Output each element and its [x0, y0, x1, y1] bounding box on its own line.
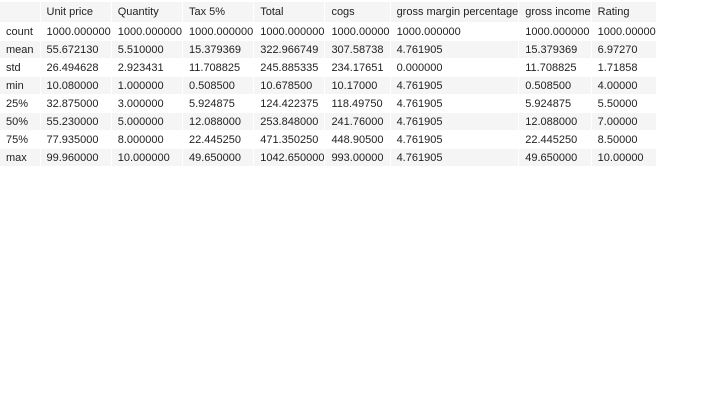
- table-cell: 7.00000: [591, 112, 657, 131]
- table-cell: 49.650000: [182, 148, 255, 166]
- table-cell: 1000.000000: [40, 22, 112, 41]
- col-header-tax: Tax 5%: [182, 2, 255, 23]
- table-cell: 3.000000: [111, 94, 183, 113]
- table-cell: 1000.00000: [324, 22, 391, 41]
- table-header: Unit price Quantity Tax 5% Total cogs gr…: [0, 2, 657, 23]
- table-cell: 6.97270: [591, 40, 657, 59]
- table-cell: 8.50000: [591, 130, 657, 149]
- table-cell: 2.923431: [111, 58, 183, 77]
- table-cell: 11.708825: [182, 58, 255, 77]
- row-label: 50%: [0, 112, 41, 131]
- table-cell: 1000.000000: [182, 22, 255, 41]
- table-cell: 77.935000: [40, 130, 112, 149]
- col-header-cogs: cogs: [324, 2, 391, 23]
- table-cell: 11.708825: [518, 58, 592, 77]
- table-cell: 22.445250: [182, 130, 255, 149]
- row-label: count: [0, 22, 41, 41]
- table-row-75-percent: 75% 77.935000 8.000000 22.445250 471.350…: [0, 130, 657, 149]
- row-label: 75%: [0, 130, 41, 149]
- row-label: min: [0, 76, 41, 95]
- table-cell: 1.000000: [111, 76, 183, 95]
- col-header-rating: Rating: [591, 2, 657, 23]
- table-cell: 0.508500: [182, 76, 255, 95]
- table-cell: 234.17651: [324, 58, 391, 77]
- table-cell: 1000.000000: [390, 22, 520, 41]
- table-cell: 55.230000: [40, 112, 112, 131]
- table-cell: 15.379369: [182, 40, 255, 59]
- describe-table: Unit price Quantity Tax 5% Total cogs gr…: [0, 2, 657, 166]
- row-label: mean: [0, 40, 41, 59]
- table-cell: 5.50000: [591, 94, 657, 113]
- table-cell: 322.966749: [253, 40, 326, 59]
- table-body: count 1000.000000 1000.000000 1000.00000…: [0, 22, 657, 166]
- row-label: std: [0, 58, 41, 77]
- table-cell: 307.58738: [324, 40, 391, 59]
- table-cell: 4.761905: [390, 76, 520, 95]
- table-cell: 4.761905: [390, 94, 520, 113]
- table-cell: 5.924875: [182, 94, 255, 113]
- table-cell: 8.000000: [111, 130, 183, 149]
- table-cell: 241.76000: [324, 112, 391, 131]
- table-row-min: min 10.080000 1.000000 0.508500 10.67850…: [0, 76, 657, 95]
- table-cell: 32.875000: [40, 94, 112, 113]
- table-cell: 5.000000: [111, 112, 183, 131]
- table-cell: 0.000000: [390, 58, 520, 77]
- table-cell: 22.445250: [518, 130, 592, 149]
- table-row-mean: mean 55.672130 5.510000 15.379369 322.96…: [0, 40, 657, 59]
- table-cell: 49.650000: [518, 148, 592, 166]
- table-cell: 12.088000: [518, 112, 592, 131]
- table-cell: 4.761905: [390, 40, 520, 59]
- table-cell: 5.924875: [518, 94, 592, 113]
- table-row-std: std 26.494628 2.923431 11.708825 245.885…: [0, 58, 657, 77]
- col-header-total: Total: [253, 2, 326, 23]
- table-cell: 253.848000: [253, 112, 326, 131]
- col-header-gross-margin-percentage: gross margin percentage: [390, 2, 520, 23]
- table-cell: 10.00000: [591, 148, 657, 166]
- table-cell: 1000.000000: [253, 22, 326, 41]
- row-label: 25%: [0, 94, 41, 113]
- table-cell: 993.00000: [324, 148, 391, 166]
- table-cell: 1000.000000: [518, 22, 592, 41]
- col-header-unit-price: Unit price: [40, 2, 112, 23]
- table-row-count: count 1000.000000 1000.000000 1000.00000…: [0, 22, 657, 41]
- table-cell: 4.761905: [390, 130, 520, 149]
- table-cell: 99.960000: [40, 148, 112, 166]
- table-cell: 4.761905: [390, 112, 520, 131]
- table-cell: 1000.000000: [111, 22, 183, 41]
- row-label: max: [0, 148, 41, 166]
- table-cell: 10.080000: [40, 76, 112, 95]
- table-cell: 15.379369: [518, 40, 592, 59]
- table-cell: 55.672130: [40, 40, 112, 59]
- table-cell: 118.49750: [324, 94, 391, 113]
- table-cell: 1000.00000: [591, 22, 657, 41]
- table-cell: 471.350250: [253, 130, 326, 149]
- table-row-max: max 99.960000 10.000000 49.650000 1042.6…: [0, 148, 657, 166]
- col-header-gross-income: gross income: [518, 2, 592, 23]
- table-cell: 448.90500: [324, 130, 391, 149]
- table-cell: 5.510000: [111, 40, 183, 59]
- col-header-quantity: Quantity: [111, 2, 183, 23]
- table-row-50-percent: 50% 55.230000 5.000000 12.088000 253.848…: [0, 112, 657, 131]
- table-cell: 1.71858: [591, 58, 657, 77]
- table-cell: 10.17000: [324, 76, 391, 95]
- table-cell: 10.000000: [111, 148, 183, 166]
- table-cell: 10.678500: [253, 76, 326, 95]
- table-cell: 1042.650000: [253, 148, 326, 166]
- dataframe-output: Unit price Quantity Tax 5% Total cogs gr…: [0, 2, 657, 166]
- table-row-25-percent: 25% 32.875000 3.000000 5.924875 124.4223…: [0, 94, 657, 113]
- table-cell: 245.885335: [253, 58, 326, 77]
- table-cell: 124.422375: [253, 94, 326, 113]
- table-cell: 4.761905: [390, 148, 520, 166]
- table-cell: 4.00000: [591, 76, 657, 95]
- table-cell: 0.508500: [518, 76, 592, 95]
- index-header: [0, 2, 41, 23]
- header-row: Unit price Quantity Tax 5% Total cogs gr…: [0, 2, 657, 23]
- table-cell: 26.494628: [40, 58, 112, 77]
- table-cell: 12.088000: [182, 112, 255, 131]
